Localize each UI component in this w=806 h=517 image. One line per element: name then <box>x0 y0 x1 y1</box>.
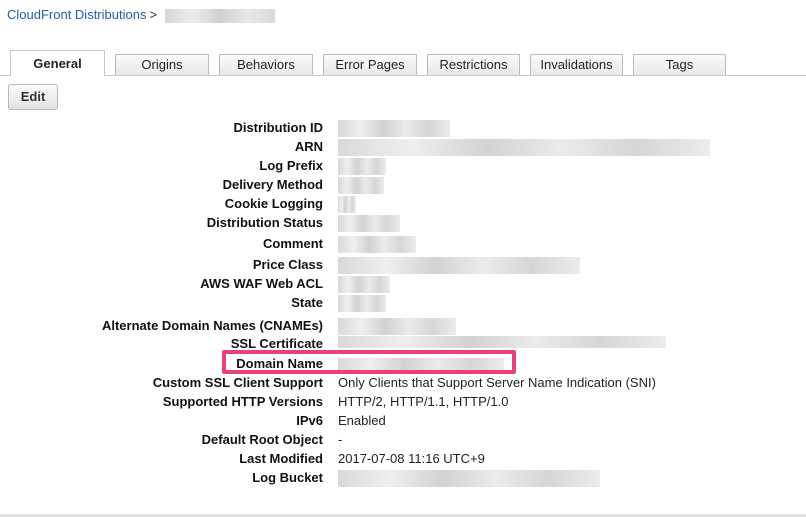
breadcrumb-cloudfront-link[interactable]: CloudFront Distributions <box>7 7 146 22</box>
detail-label: State <box>291 295 323 310</box>
detail-label: Distribution ID <box>233 120 323 135</box>
redacted-value <box>338 158 386 175</box>
detail-row-price-class: Price Class <box>0 257 806 276</box>
detail-label: Log Bucket <box>252 470 323 485</box>
redacted-value <box>338 336 666 348</box>
tab-tags[interactable]: Tags <box>633 54 726 75</box>
detail-value: - <box>338 432 343 447</box>
detail-row-log-prefix: Log Prefix <box>0 158 806 177</box>
detail-row-aws-waf-web-acl: AWS WAF Web ACL <box>0 276 806 295</box>
detail-row-supported-http-versions: Supported HTTP Versions HTTP/2, HTTP/1.1… <box>0 394 806 413</box>
detail-row-ipv6: IPv6 Enabled <box>0 413 806 432</box>
tab-invalidations[interactable]: Invalidations <box>530 54 623 75</box>
redacted-value <box>338 215 400 232</box>
detail-label: ARN <box>294 139 323 154</box>
redacted-value <box>338 196 356 213</box>
detail-label: IPv6 <box>296 413 323 428</box>
redacted-value <box>338 318 456 335</box>
redacted-value <box>338 236 416 253</box>
detail-row-distribution-id: Distribution ID <box>0 120 806 139</box>
detail-label: Comment <box>263 236 323 251</box>
detail-label: Price Class <box>252 257 323 272</box>
detail-label: SSL Certificate <box>230 336 323 349</box>
redacted-value <box>338 470 600 487</box>
detail-value: Only Clients that Support Server Name In… <box>338 375 656 390</box>
detail-row-delivery-method: Delivery Method <box>0 177 806 196</box>
detail-value: Enabled <box>338 413 386 428</box>
detail-value: HTTP/2, HTTP/1.1, HTTP/1.0 <box>338 394 509 409</box>
detail-row-cookie-logging: Cookie Logging <box>0 196 806 215</box>
redacted-value <box>338 177 384 194</box>
redacted-value <box>338 257 580 274</box>
redacted-value <box>338 120 450 137</box>
detail-row-comment: Comment <box>0 236 806 255</box>
edit-button[interactable]: Edit <box>8 84 58 110</box>
detail-label: Alternate Domain Names (CNAMEs) <box>101 318 323 333</box>
detail-row-arn: ARN <box>0 139 806 158</box>
domain-name-highlight-box <box>222 350 516 374</box>
detail-row-log-bucket: Log Bucket <box>0 470 806 489</box>
detail-label: Last Modified <box>239 451 323 466</box>
tab-behaviors[interactable]: Behaviors <box>219 54 313 75</box>
detail-row-state: State <box>0 295 806 314</box>
tab-origins[interactable]: Origins <box>115 54 209 75</box>
detail-row-distribution-status: Distribution Status <box>0 215 806 234</box>
breadcrumb-separator: > <box>149 7 158 22</box>
detail-row-alternate-domain-names: Alternate Domain Names (CNAMEs) <box>0 318 806 337</box>
detail-row-ssl-certificate: SSL Certificate <box>0 336 806 349</box>
detail-label: Delivery Method <box>222 177 323 192</box>
detail-label: Distribution Status <box>206 215 323 230</box>
detail-label: AWS WAF Web ACL <box>200 276 323 291</box>
tab-general[interactable]: General <box>10 50 105 76</box>
detail-value: 2017-07-08 11:16 UTC+9 <box>338 451 485 466</box>
tab-restrictions[interactable]: Restrictions <box>427 54 520 75</box>
breadcrumb: CloudFront Distributions > <box>7 7 276 23</box>
detail-label: Log Prefix <box>259 158 323 173</box>
redacted-value <box>338 276 390 293</box>
detail-label: Default Root Object <box>201 432 323 447</box>
detail-label: Cookie Logging <box>224 196 323 211</box>
detail-row-default-root-object: Default Root Object - <box>0 432 806 451</box>
breadcrumb-distribution-id <box>165 8 276 23</box>
detail-label: Supported HTTP Versions <box>162 394 323 409</box>
detail-row-custom-ssl-client-support: Custom SSL Client Support Only Clients t… <box>0 375 806 394</box>
redacted-value <box>338 139 710 156</box>
detail-label: Custom SSL Client Support <box>152 375 323 390</box>
detail-row-last-modified: Last Modified 2017-07-08 11:16 UTC+9 <box>0 451 806 470</box>
tab-divider <box>0 75 806 76</box>
redacted-value <box>338 295 386 312</box>
tab-error-pages[interactable]: Error Pages <box>323 54 417 75</box>
